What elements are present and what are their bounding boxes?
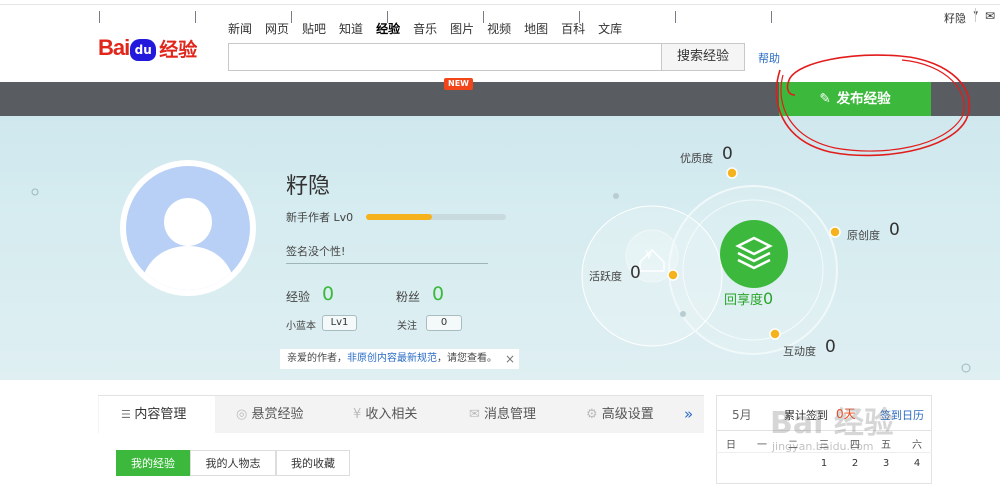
follow-label: 关注 bbox=[397, 321, 417, 332]
nav-item-shop[interactable]: 商城 bbox=[484, 0, 579, 34]
chevron-down-icon: ˅ bbox=[349, 14, 357, 24]
logo-paw: du bbox=[130, 39, 157, 61]
notice-suffix: ，请您查看。 bbox=[437, 353, 497, 364]
calendar-day[interactable]: 3 bbox=[871, 458, 901, 469]
originality-label: 原创度 bbox=[847, 229, 880, 242]
nav-item-tasks[interactable]: 任务 ˅ bbox=[292, 0, 387, 34]
notice-link[interactable]: 非原创内容最新规范 bbox=[347, 353, 437, 364]
watermark-logo: Bai 经验 bbox=[770, 406, 894, 441]
weekday-label: 六 bbox=[912, 440, 922, 451]
tab-income[interactable]: ¥ 收入相关 bbox=[353, 396, 463, 433]
tab-content-management[interactable]: ☰ 内容管理 bbox=[99, 396, 215, 433]
calendar-month: 5月 bbox=[732, 408, 752, 422]
search-button[interactable]: 搜索经验 bbox=[661, 43, 745, 71]
share-label: 回享度 bbox=[724, 293, 764, 308]
originality-value: 0 bbox=[889, 220, 900, 240]
top-separator bbox=[975, 8, 976, 22]
tabs-more-button[interactable]: » bbox=[684, 396, 698, 433]
nav-item-zhidao[interactable]: 知道 bbox=[676, 0, 771, 34]
chevron-down-icon: ˅ bbox=[637, 14, 645, 24]
xiaolanben-level[interactable]: Lv1 bbox=[322, 315, 357, 331]
interaction-value: 0 bbox=[825, 337, 836, 357]
nav-item-category[interactable]: 分类 ˅ bbox=[196, 0, 291, 34]
quality-label: 优质度 bbox=[680, 152, 713, 165]
fans-value[interactable]: 0 bbox=[432, 283, 444, 305]
gear-icon: ⚙ bbox=[586, 407, 602, 422]
baidu-jingyan-logo[interactable]: Bai du 经验 bbox=[98, 28, 197, 68]
share-score: 回享度0 bbox=[724, 289, 773, 308]
nav-item-home[interactable]: 首页 bbox=[100, 0, 195, 34]
quality-value: 0 bbox=[722, 144, 733, 164]
level-label: 新手作者 Lv0 bbox=[286, 211, 354, 224]
notice-bar: 亲爱的作者，非原创内容最新规范，请您查看。 × bbox=[280, 349, 519, 369]
share-circle[interactable] bbox=[720, 220, 788, 288]
activity-value: 0 bbox=[630, 263, 641, 283]
tab-messages[interactable]: ✉ 消息管理 bbox=[469, 396, 579, 433]
home-symbol: ¥ bbox=[645, 248, 653, 262]
level-progress-fill bbox=[366, 214, 432, 220]
xiaolanben-label: 小蓝本 bbox=[286, 321, 316, 332]
follow-count[interactable]: 0 bbox=[426, 315, 462, 331]
subtab-my-experience[interactable]: 我的经验 bbox=[116, 450, 190, 476]
watermark-url: jingyan.baidu.com bbox=[772, 440, 874, 453]
calendar-day[interactable]: 2 bbox=[840, 458, 870, 469]
calendar-day[interactable]: 1 bbox=[809, 458, 839, 469]
message-icon[interactable]: ✉ bbox=[985, 9, 995, 23]
logo-suffix: 经验 bbox=[159, 38, 198, 61]
interaction-label: 互动度 bbox=[783, 345, 816, 358]
experience-value[interactable]: 0 bbox=[322, 283, 334, 305]
tab-settings[interactable]: ⚙ 高级设置 bbox=[586, 396, 696, 433]
logo-bai: Bai bbox=[98, 35, 130, 60]
layers-icon bbox=[735, 236, 773, 270]
list-icon: ☰ bbox=[121, 408, 135, 421]
nav-item-features[interactable]: 特色 ˅ bbox=[580, 0, 675, 34]
profile-name: 籽隐 bbox=[286, 174, 331, 199]
signature[interactable]: 签名没个性! bbox=[286, 243, 345, 259]
activity-label: 活跃度 bbox=[589, 270, 622, 283]
signature-underline bbox=[286, 263, 488, 264]
tab-bounty[interactable]: ◎ 悬赏经验 bbox=[236, 396, 346, 433]
mail-icon: ✉ bbox=[469, 407, 485, 422]
avatar[interactable] bbox=[126, 166, 250, 290]
search-input[interactable] bbox=[228, 43, 662, 71]
user-name[interactable]: 籽隐 bbox=[944, 10, 966, 26]
calendar-day[interactable]: 4 bbox=[902, 458, 932, 469]
subtab-my-favorites[interactable]: 我的收藏 bbox=[276, 450, 350, 476]
publish-button[interactable]: ✎ 发布经验 bbox=[779, 82, 931, 116]
chevron-down-icon: ˅ bbox=[253, 14, 261, 24]
user-silhouette-icon bbox=[140, 198, 236, 290]
coin-icon: ◎ bbox=[236, 407, 252, 422]
nav-item-huixiang[interactable]: 回享 bbox=[388, 0, 483, 34]
close-icon[interactable]: × bbox=[505, 349, 515, 369]
help-link[interactable]: 帮助 bbox=[758, 50, 780, 66]
page: 新闻 网页 贴吧 知道 经验 音乐 图片 视频 地图 百科 文库 籽隐 ▾ ✉ … bbox=[0, 0, 1000, 484]
share-value: 0 bbox=[763, 289, 774, 308]
subtab-my-profiles[interactable]: 我的人物志 bbox=[190, 450, 276, 476]
new-badge: NEW bbox=[444, 78, 473, 90]
fans-label: 粉丝 bbox=[396, 290, 421, 304]
yen-icon: ¥ bbox=[353, 407, 366, 422]
nav-separator bbox=[771, 11, 772, 23]
experience-label: 经验 bbox=[286, 290, 311, 304]
weekday-label: 日 bbox=[726, 440, 736, 451]
edit-icon: ✎ bbox=[819, 91, 831, 107]
notice-prefix: 亲爱的作者， bbox=[287, 353, 347, 364]
